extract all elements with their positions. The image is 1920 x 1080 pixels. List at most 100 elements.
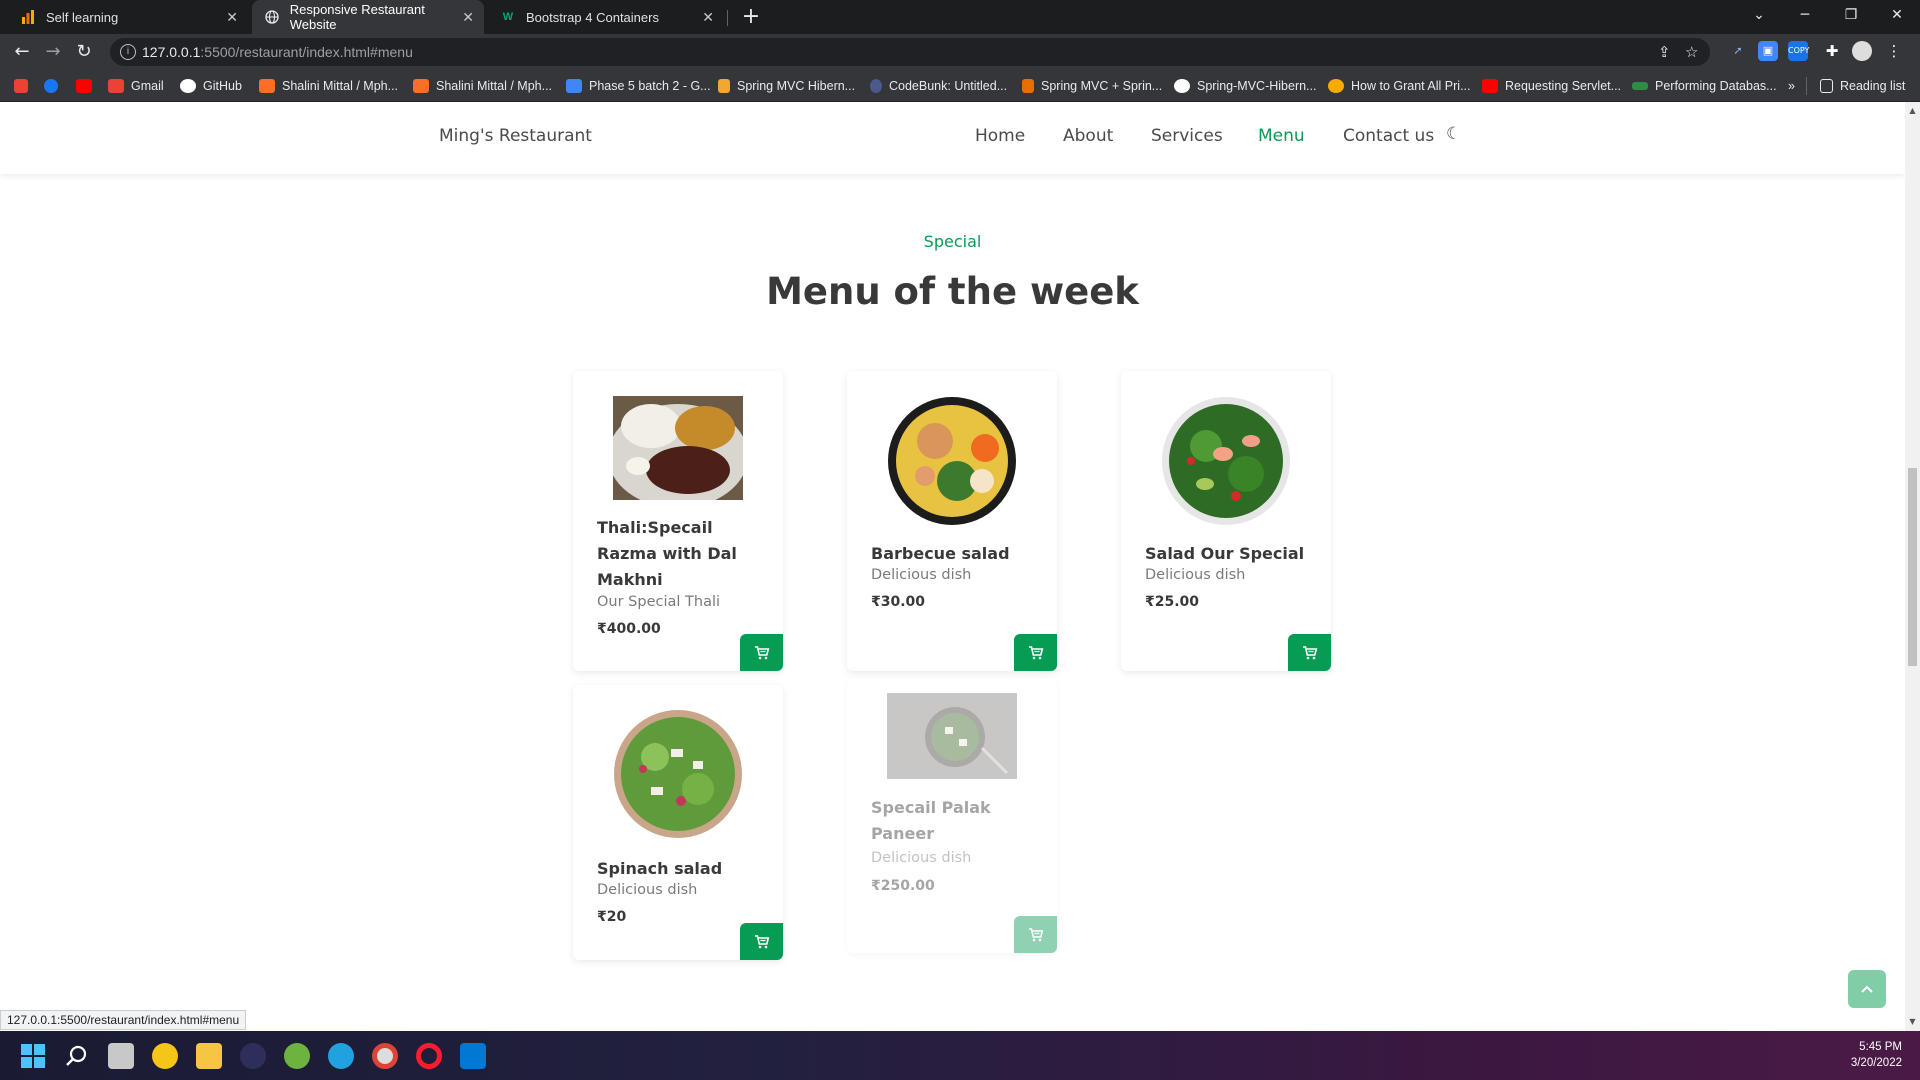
browser-tab-bar: Self learning ✕ Responsive Restaurant We… <box>0 0 1920 34</box>
system-clock[interactable]: 5:45 PM 3/20/2022 <box>1851 1039 1902 1071</box>
cart-icon <box>1302 645 1317 659</box>
youtube-icon <box>1482 79 1498 93</box>
scroll-up-arrow-icon[interactable]: ▲ <box>1908 106 1917 115</box>
bookmark-facebook[interactable] <box>44 77 65 95</box>
add-to-cart-button[interactable] <box>740 923 783 960</box>
nav-link-contact[interactable]: Contact us <box>1343 126 1434 146</box>
weather-widget-icon[interactable] <box>152 1043 178 1069</box>
close-tab-icon[interactable]: ✕ <box>702 9 714 26</box>
extension-cursor-icon[interactable]: ➚ <box>1728 41 1748 61</box>
moon-icon[interactable]: ☾ <box>1446 124 1461 144</box>
browser-toolbar: ← → ↻ i 127.0.0.1:5500/restaurant/index.… <box>0 34 1920 70</box>
restore-button[interactable]: ❐ <box>1828 0 1874 30</box>
edge-browser-icon[interactable] <box>328 1043 354 1069</box>
bookmark-item[interactable]: Spring-MVC-Hibern... <box>1174 77 1316 95</box>
bookmark-gmail-app[interactable] <box>14 77 35 95</box>
address-bar[interactable]: i 127.0.0.1:5500/restaurant/index.html#m… <box>110 38 1710 66</box>
bookmark-item[interactable]: Shalini Mittal / Mph... <box>413 77 552 95</box>
dish-name: Specail Palak Paneer <box>871 798 991 843</box>
chevron-up-icon <box>1861 985 1873 993</box>
nav-link-home[interactable]: Home <box>975 126 1025 146</box>
chart-favicon-icon <box>20 9 36 25</box>
extension-copy-icon[interactable]: COPY <box>1788 41 1809 61</box>
nav-link-about[interactable]: About <box>1063 126 1113 146</box>
reload-icon[interactable]: ↻ <box>72 40 96 64</box>
dish-description: Delicious dish <box>597 882 698 898</box>
gmail-icon <box>108 79 124 93</box>
file-explorer-icon[interactable] <box>196 1043 222 1069</box>
info-icon <box>1328 79 1344 93</box>
tab-self-learning[interactable]: Self learning ✕ <box>8 0 248 34</box>
new-tab-button[interactable]: + <box>738 4 764 30</box>
add-to-cart-button[interactable] <box>1014 634 1057 671</box>
task-view-icon[interactable] <box>108 1043 134 1069</box>
tab-restaurant[interactable]: Responsive Restaurant Website ✕ <box>252 0 484 34</box>
dish-price: ₹30.00 <box>871 594 926 610</box>
close-window-button[interactable]: ✕ <box>1874 0 1920 30</box>
more-bookmarks-button[interactable]: » <box>1788 77 1795 95</box>
bookmark-youtube[interactable] <box>76 77 99 95</box>
url-text[interactable]: 127.0.0.1:5500/restaurant/index.html#men… <box>142 44 413 60</box>
site-info-icon[interactable]: i <box>120 44 136 60</box>
scroll-down-arrow-icon[interactable]: ▼ <box>1908 1017 1917 1026</box>
back-arrow-icon[interactable]: ← <box>10 40 34 64</box>
bookmark-item[interactable]: Spring MVC Hibern... <box>718 77 855 95</box>
windows-taskbar: 5:45 PM 3/20/2022 <box>0 1031 1920 1080</box>
bookmark-star-icon[interactable]: ☆ <box>1685 43 1698 61</box>
bookmark-item[interactable]: Shalini Mittal / Mph... <box>259 77 398 95</box>
thali-image <box>613 396 743 500</box>
bookmark-item[interactable]: Requesting Servlet... <box>1482 77 1621 95</box>
profile-avatar[interactable] <box>1852 41 1872 61</box>
add-to-cart-button[interactable] <box>1288 634 1331 671</box>
reading-list-button[interactable]: Reading list <box>1820 77 1905 95</box>
opera-browser-icon[interactable] <box>416 1043 442 1069</box>
bookmark-item[interactable]: How to Grant All Pri... <box>1328 77 1470 95</box>
dish-price: ₹400.00 <box>597 621 661 637</box>
spring-tool-suite-icon[interactable] <box>284 1043 310 1069</box>
cart-icon <box>1028 927 1043 941</box>
gitlab-icon <box>259 79 275 93</box>
section-title: Menu of the week <box>766 270 1139 313</box>
menu-card: Salad Our Special Delicious dish ₹25.00 <box>1121 371 1331 671</box>
page-scrollbar[interactable]: ▲ ▼ <box>1905 102 1920 1031</box>
tab-bootstrap[interactable]: W Bootstrap 4 Containers ✕ <box>488 0 724 34</box>
dish-description: Delicious dish <box>871 850 972 866</box>
dish-price: ₹25.00 <box>1145 594 1200 610</box>
search-icon[interactable] <box>64 1043 90 1069</box>
chrome-browser-icon[interactable] <box>372 1043 398 1069</box>
docs-icon <box>566 79 582 93</box>
tab-title: Responsive Restaurant Website <box>289 2 425 32</box>
bookmark-item[interactable]: GitHub <box>180 77 242 95</box>
bookmark-item[interactable]: Phase 5 batch 2 - G... <box>566 77 711 95</box>
scroll-to-top-button[interactable] <box>1848 970 1886 1008</box>
extensions-puzzle-icon[interactable]: ✚ <box>1822 41 1842 61</box>
eclipse-icon[interactable] <box>240 1043 266 1069</box>
site-logo[interactable]: Ming's Restaurant <box>439 126 592 146</box>
share-icon[interactable]: ⇪ <box>1658 43 1671 61</box>
nav-link-services[interactable]: Services <box>1151 126 1223 146</box>
close-tab-icon[interactable]: ✕ <box>226 9 238 26</box>
dish-name: Spinach salad <box>597 859 723 878</box>
minimize-button[interactable]: ─ <box>1782 0 1828 30</box>
forward-arrow-icon[interactable]: → <box>41 40 65 64</box>
bookmark-item[interactable]: Spring MVC + Sprin... <box>1022 77 1162 95</box>
dish-description: Delicious dish <box>871 567 972 583</box>
scrollbar-thumb[interactable] <box>1908 468 1917 666</box>
dish-price: ₹20 <box>597 909 627 925</box>
bookmark-item[interactable]: Performing Databas... <box>1632 77 1777 95</box>
extension-window-icon[interactable]: ▣ <box>1758 41 1778 61</box>
menu-card: Specail Palak Paneer Delicious dish ₹250… <box>847 678 1057 953</box>
bookmark-item[interactable]: CodeBunk: Untitled... <box>870 77 1007 95</box>
windows-start-icon[interactable] <box>20 1043 46 1069</box>
nav-link-menu[interactable]: Menu <box>1258 126 1305 146</box>
add-to-cart-button[interactable] <box>1014 916 1057 953</box>
menu-kebab-icon[interactable]: ⋮ <box>1884 41 1904 61</box>
clock-time: 5:45 PM <box>1859 1041 1902 1053</box>
bookmarks-divider <box>1806 77 1807 95</box>
dish-name: Barbecue salad <box>871 544 1010 563</box>
tab-search-icon[interactable]: ⌄ <box>1736 0 1782 30</box>
close-tab-icon[interactable]: ✕ <box>462 9 474 26</box>
add-to-cart-button[interactable] <box>740 634 783 671</box>
bookmark-item[interactable]: Gmail <box>108 77 164 95</box>
vscode-icon[interactable] <box>460 1043 486 1069</box>
